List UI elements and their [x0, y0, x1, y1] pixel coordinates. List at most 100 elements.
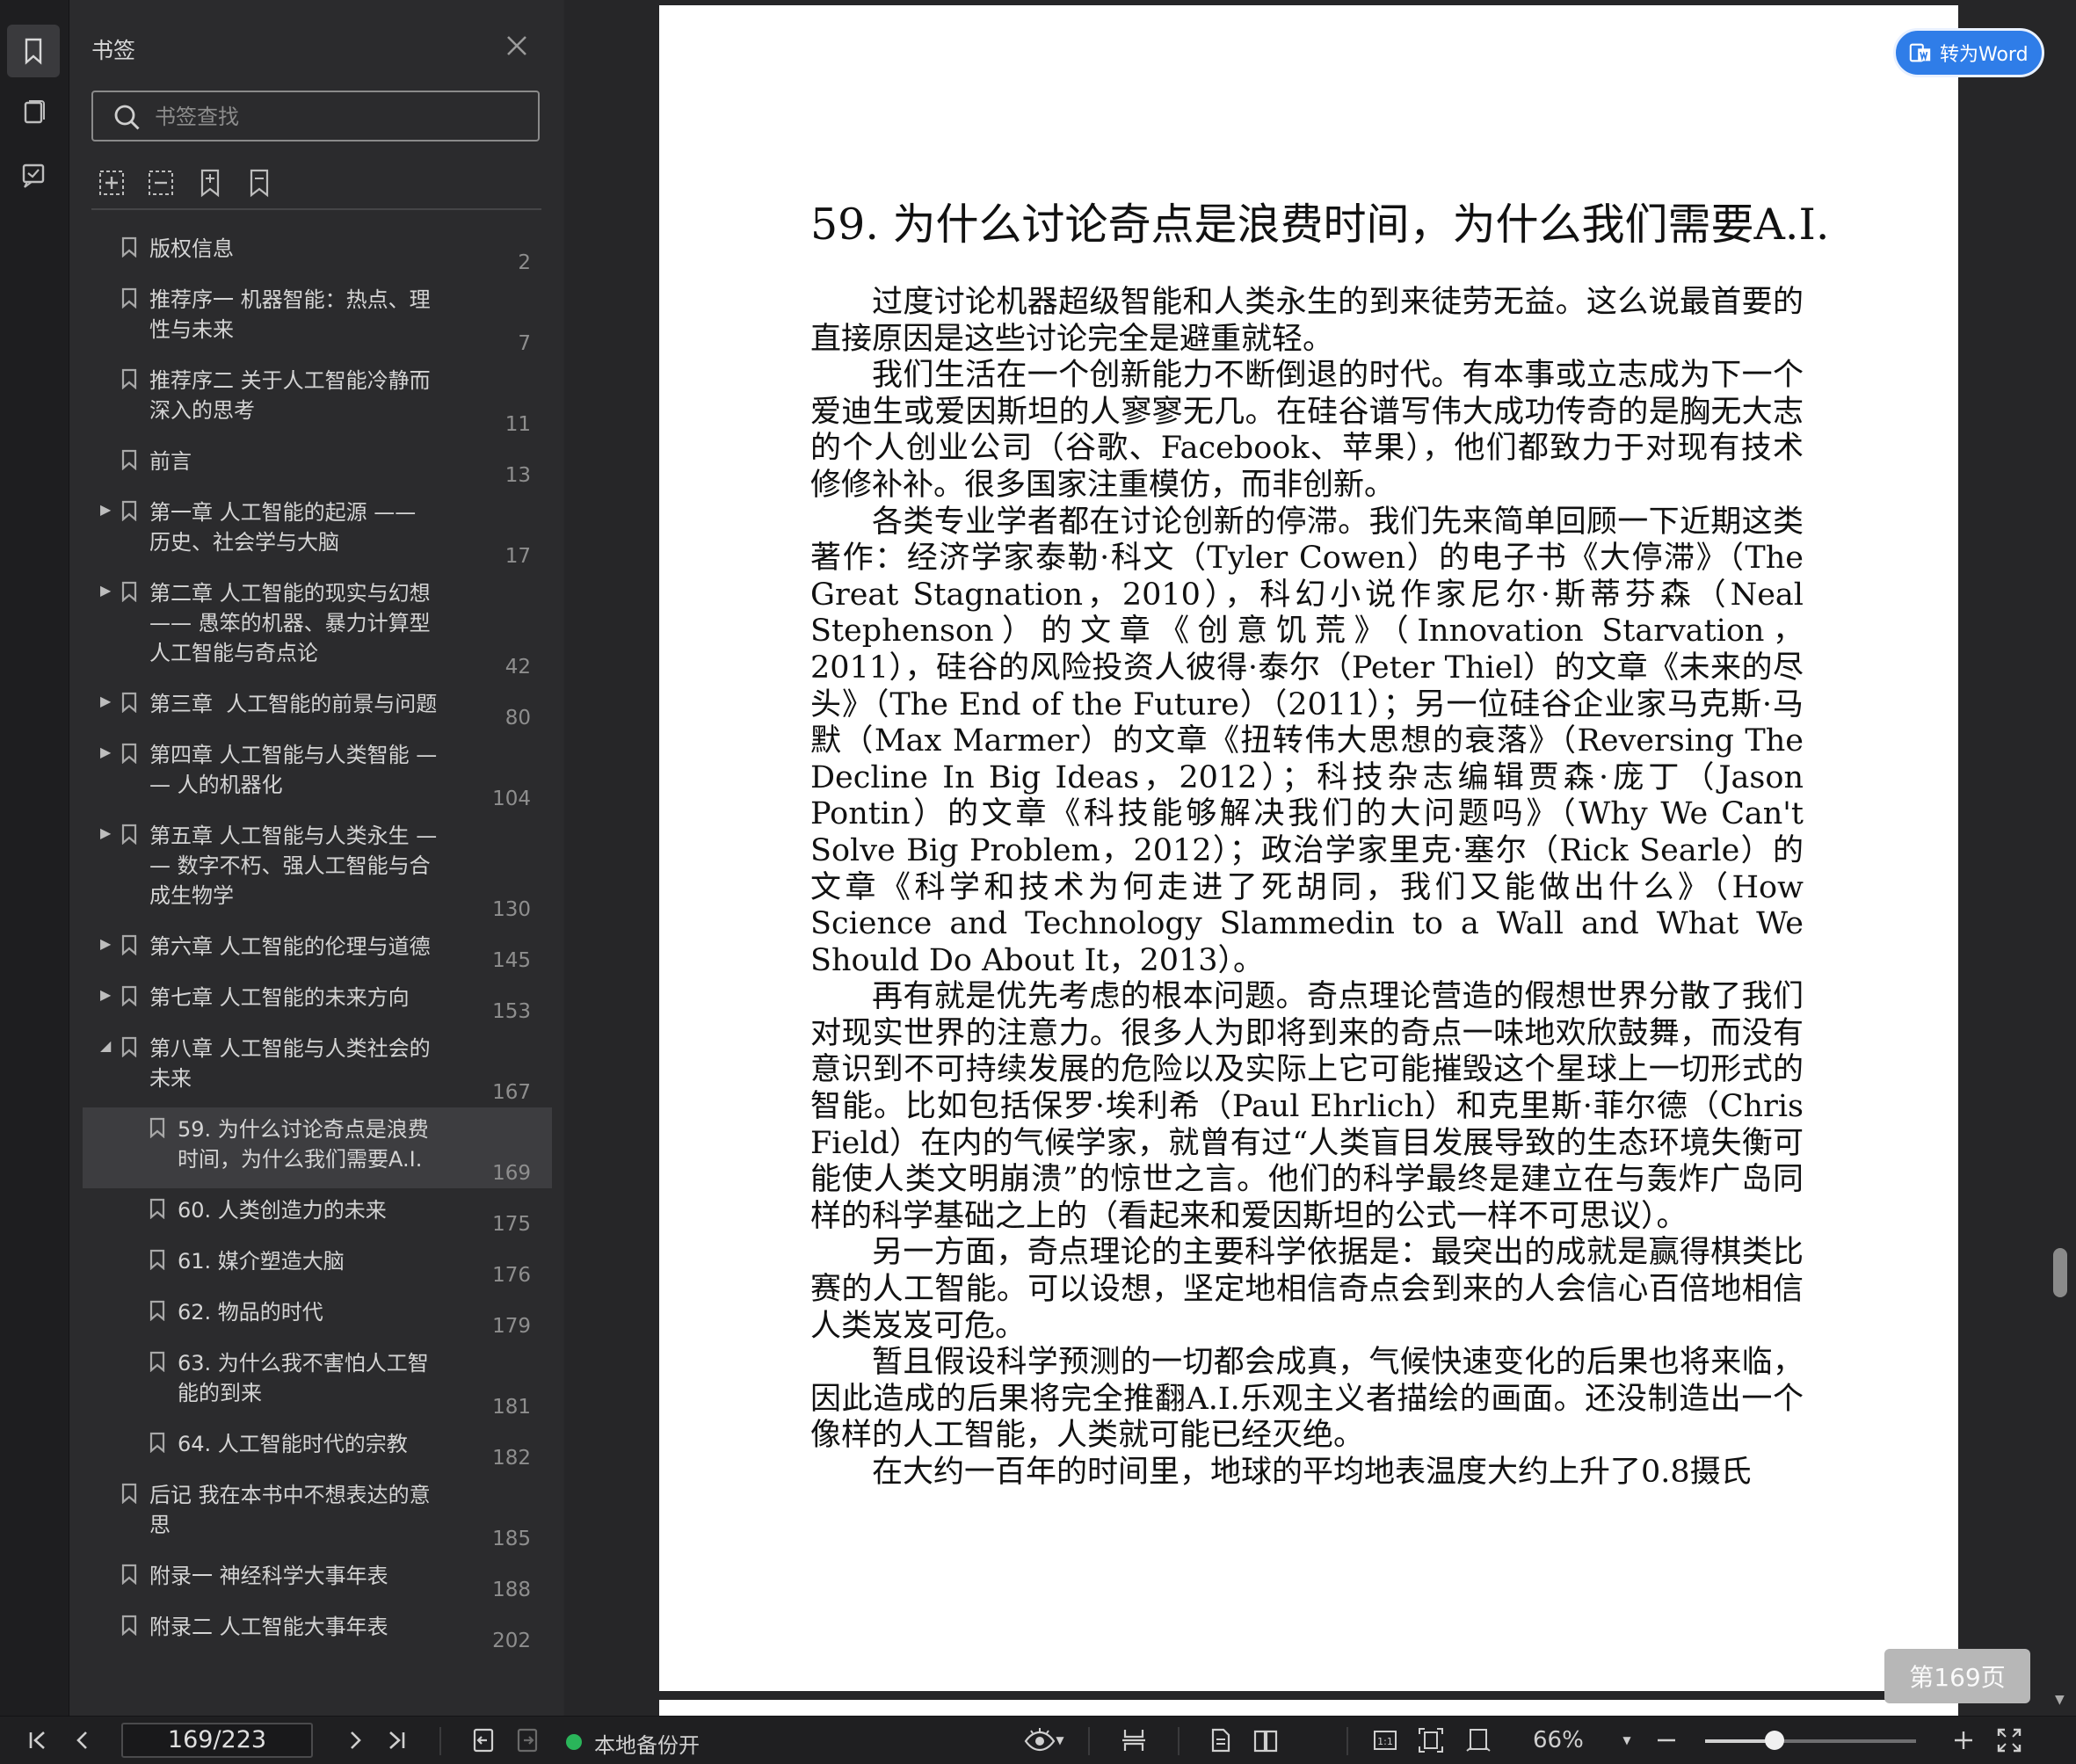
double-page-button[interactable]	[1248, 1724, 1283, 1757]
bookmark-item[interactable]: 推荐序二 关于人工智能冷静而 深入的思考 11	[83, 359, 552, 439]
bookmark-label: 第六章 人工智能的伦理与道德	[149, 934, 431, 959]
bookmark-search-input[interactable]	[153, 99, 526, 134]
expand-arrow-icon[interactable]: ▶	[100, 744, 111, 760]
first-page-icon	[29, 1731, 45, 1749]
convert-to-word-label: 转为Word	[1940, 44, 2029, 66]
bookmark-label: 第四章 人工智能与人类智能 — — 人的机器化	[149, 743, 438, 797]
bookmark-item[interactable]: 版权信息 2	[83, 227, 552, 278]
thumbnail-panel-button[interactable]	[7, 86, 60, 139]
bookmark-label: 第一章 人工智能的起源 —— 历史、社会学与大脑	[149, 500, 417, 555]
document-page: 59. 为什么讨论奇点是浪费时间，为什么我们需要A.I. 过度讨论机器超级智能和…	[659, 5, 1958, 1691]
convert-to-word-button[interactable]: 转为Word	[1893, 28, 2044, 77]
bookmark-flag-icon	[121, 824, 137, 845]
go-forward-button[interactable]	[510, 1724, 545, 1757]
previous-page-button[interactable]	[65, 1724, 100, 1757]
backup-status-icon	[566, 1734, 582, 1750]
bookmark-label: 64. 人工智能时代的宗教	[178, 1432, 408, 1456]
bookmark-label: 62. 物品的时代	[178, 1300, 323, 1325]
bookmark-item[interactable]: ▶ 第二章 人工智能的现实与幻想 —— 愚笨的机器、暴力计算型 人工智能与奇点论 4…	[83, 571, 552, 682]
last-page-icon	[389, 1731, 405, 1749]
document-scrollbar-thumb[interactable]	[2053, 1248, 2067, 1297]
last-page-button[interactable]	[380, 1724, 415, 1757]
bookmark-item[interactable]: 附录一 神经科学大事年表 188	[83, 1554, 552, 1605]
bookmark-subitem[interactable]: 59. 为什么讨论奇点是浪费 时间，为什么我们需要A.I. 169	[83, 1107, 552, 1188]
body-paragraph: 另一方面，奇点理论的主要科学依据是：最突出的成就是赢得棋类比赛的人工智能。可以设…	[810, 1235, 1804, 1344]
toolbar-divider	[1088, 1727, 1090, 1755]
bookmark-subitem[interactable]: 63. 为什么我不害怕人工智 能的到来 181	[83, 1341, 552, 1422]
expand-arrow-icon[interactable]: ▶	[100, 582, 111, 599]
collapse-arrow-icon[interactable]: ◢	[100, 1037, 111, 1054]
first-page-button[interactable]	[19, 1724, 54, 1757]
bookmark-item[interactable]: ◢ 第八章 人工智能与人类社会的 未来 167	[83, 1027, 552, 1107]
bookmark-label: 第三章 人工智能的前景与问题	[149, 692, 438, 716]
bookmark-item[interactable]: ▶ 第七章 人工智能的未来方向 153	[83, 976, 552, 1027]
continuous-view-button[interactable]	[1116, 1724, 1151, 1757]
expand-arrow-icon[interactable]: ▶	[100, 824, 111, 841]
fit-page-button[interactable]	[1413, 1724, 1448, 1757]
bookmark-label: 推荐序二 关于人工智能冷静而 深入的思考	[149, 368, 431, 423]
fullscreen-button[interactable]	[1992, 1724, 2027, 1757]
document-viewport: 59. 为什么讨论奇点是浪费时间，为什么我们需要A.I. 过度讨论机器超级智能和…	[564, 0, 2076, 1716]
bookmark-panel-button[interactable]	[7, 25, 60, 77]
expand-arrow-icon[interactable]: ▶	[100, 501, 111, 518]
fit-width-button[interactable]	[1461, 1724, 1496, 1757]
go-back-button[interactable]	[466, 1724, 501, 1757]
next-page-button[interactable]	[338, 1724, 373, 1757]
zoom-in-button[interactable]	[1946, 1724, 1981, 1757]
zoom-level[interactable]: 66%	[1533, 1727, 1584, 1753]
bookmark-item[interactable]: ▶ 第一章 人工智能的起源 —— 历史、社会学与大脑 17	[83, 490, 552, 571]
annotation-icon	[22, 163, 45, 188]
zoom-slider-handle[interactable]	[1765, 1731, 1785, 1750]
scroll-down-icon[interactable]: ▼	[2055, 1693, 2065, 1707]
bookmark-item[interactable]: ▶ 第六章 人工智能的伦理与道德 145	[83, 925, 552, 976]
bookmark-subitem[interactable]: 60. 人类创造力的未来 175	[83, 1188, 552, 1239]
expand-all-icon[interactable]	[97, 167, 127, 199]
bookmark-page-number: 80	[504, 707, 531, 730]
bookmark-item[interactable]: 推荐序一 机器智能：热点、理 性与未来 7	[83, 278, 552, 359]
annotation-panel-button[interactable]	[7, 149, 60, 202]
eye-mode-dropdown-icon[interactable]: ▼	[1053, 1724, 1067, 1757]
bookmark-item[interactable]: 后记 我在本书中不想表达的意 思 185	[83, 1473, 552, 1554]
collapse-all-icon[interactable]	[146, 167, 176, 199]
expand-arrow-icon[interactable]: ▶	[100, 986, 111, 1003]
bookmark-subitem[interactable]: 61. 媒介塑造大脑 176	[83, 1239, 552, 1290]
bookmark-label: 第五章 人工智能与人类永生 — — 数字不朽、强人工智能与合 成生物学	[149, 824, 438, 908]
bookmark-page-number: 202	[492, 1630, 531, 1652]
bookmark-item[interactable]: 附录二 人工智能大事年表 202	[83, 1605, 552, 1656]
svg-text:1:1: 1:1	[1377, 1736, 1393, 1747]
panel-divider	[91, 208, 541, 210]
bookmark-page-number: 130	[492, 898, 531, 921]
backup-status-text[interactable]: 本地备份开	[594, 1728, 700, 1759]
bookmark-item[interactable]: ▶ 第三章 人工智能的前景与问题 80	[83, 682, 552, 733]
bookmark-item[interactable]: 前言 13	[83, 439, 552, 490]
bookmark-flag-icon	[121, 1036, 137, 1057]
bookmark-item[interactable]: ▶ 第四章 人工智能与人类智能 — — 人的机器化 104	[83, 733, 552, 814]
page-number-input[interactable]: 169/223	[121, 1723, 313, 1758]
add-bookmark-icon[interactable]	[195, 167, 225, 199]
bookmark-label: 前言	[149, 449, 192, 474]
bookmark-label: 第八章 人工智能与人类社会的 未来	[149, 1036, 431, 1091]
bookmark-page-number: 169	[492, 1162, 531, 1185]
bookmark-item[interactable]: ▶ 第五章 人工智能与人类永生 — — 数字不朽、强人工智能与合 成生物学 130	[83, 814, 552, 925]
page-indicator-badge: 第169页	[1884, 1649, 2030, 1703]
bookmark-label: 后记 我在本书中不想表达的意 思	[149, 1483, 431, 1537]
body-paragraph: 在大约一百年的时间里，地球的平均地表温度大约上升了0.8摄氏	[872, 1455, 1752, 1490]
bookmark-subitem[interactable]: 64. 人工智能时代的宗教 182	[83, 1422, 552, 1473]
bookmark-page-number: 2	[518, 251, 531, 274]
double-page-icon	[1253, 1730, 1278, 1753]
actual-size-icon: 1:1	[1374, 1731, 1397, 1750]
bookmark-flag-icon	[121, 692, 137, 713]
single-page-button[interactable]	[1202, 1724, 1238, 1757]
expand-arrow-icon[interactable]: ▶	[100, 693, 111, 709]
panel-scrollbar[interactable]	[557, 227, 563, 1712]
zoom-out-button[interactable]	[1649, 1724, 1684, 1757]
actual-size-button[interactable]: 1:1	[1368, 1724, 1403, 1757]
bookmark-label: 61. 媒介塑造大脑	[178, 1249, 345, 1274]
thumbnail-icon	[24, 100, 45, 124]
body-paragraph: 各类专业学者都在讨论创新的停滞。我们先来简单回顾一下近期这类著作：经济学家泰勒·…	[810, 504, 1804, 978]
close-icon[interactable]	[503, 32, 531, 60]
remove-bookmark-icon[interactable]	[244, 167, 274, 199]
bookmark-subitem[interactable]: 62. 物品的时代 179	[83, 1290, 552, 1341]
expand-arrow-icon[interactable]: ▶	[100, 935, 111, 952]
zoom-dropdown-icon[interactable]: ▼	[1619, 1724, 1635, 1757]
